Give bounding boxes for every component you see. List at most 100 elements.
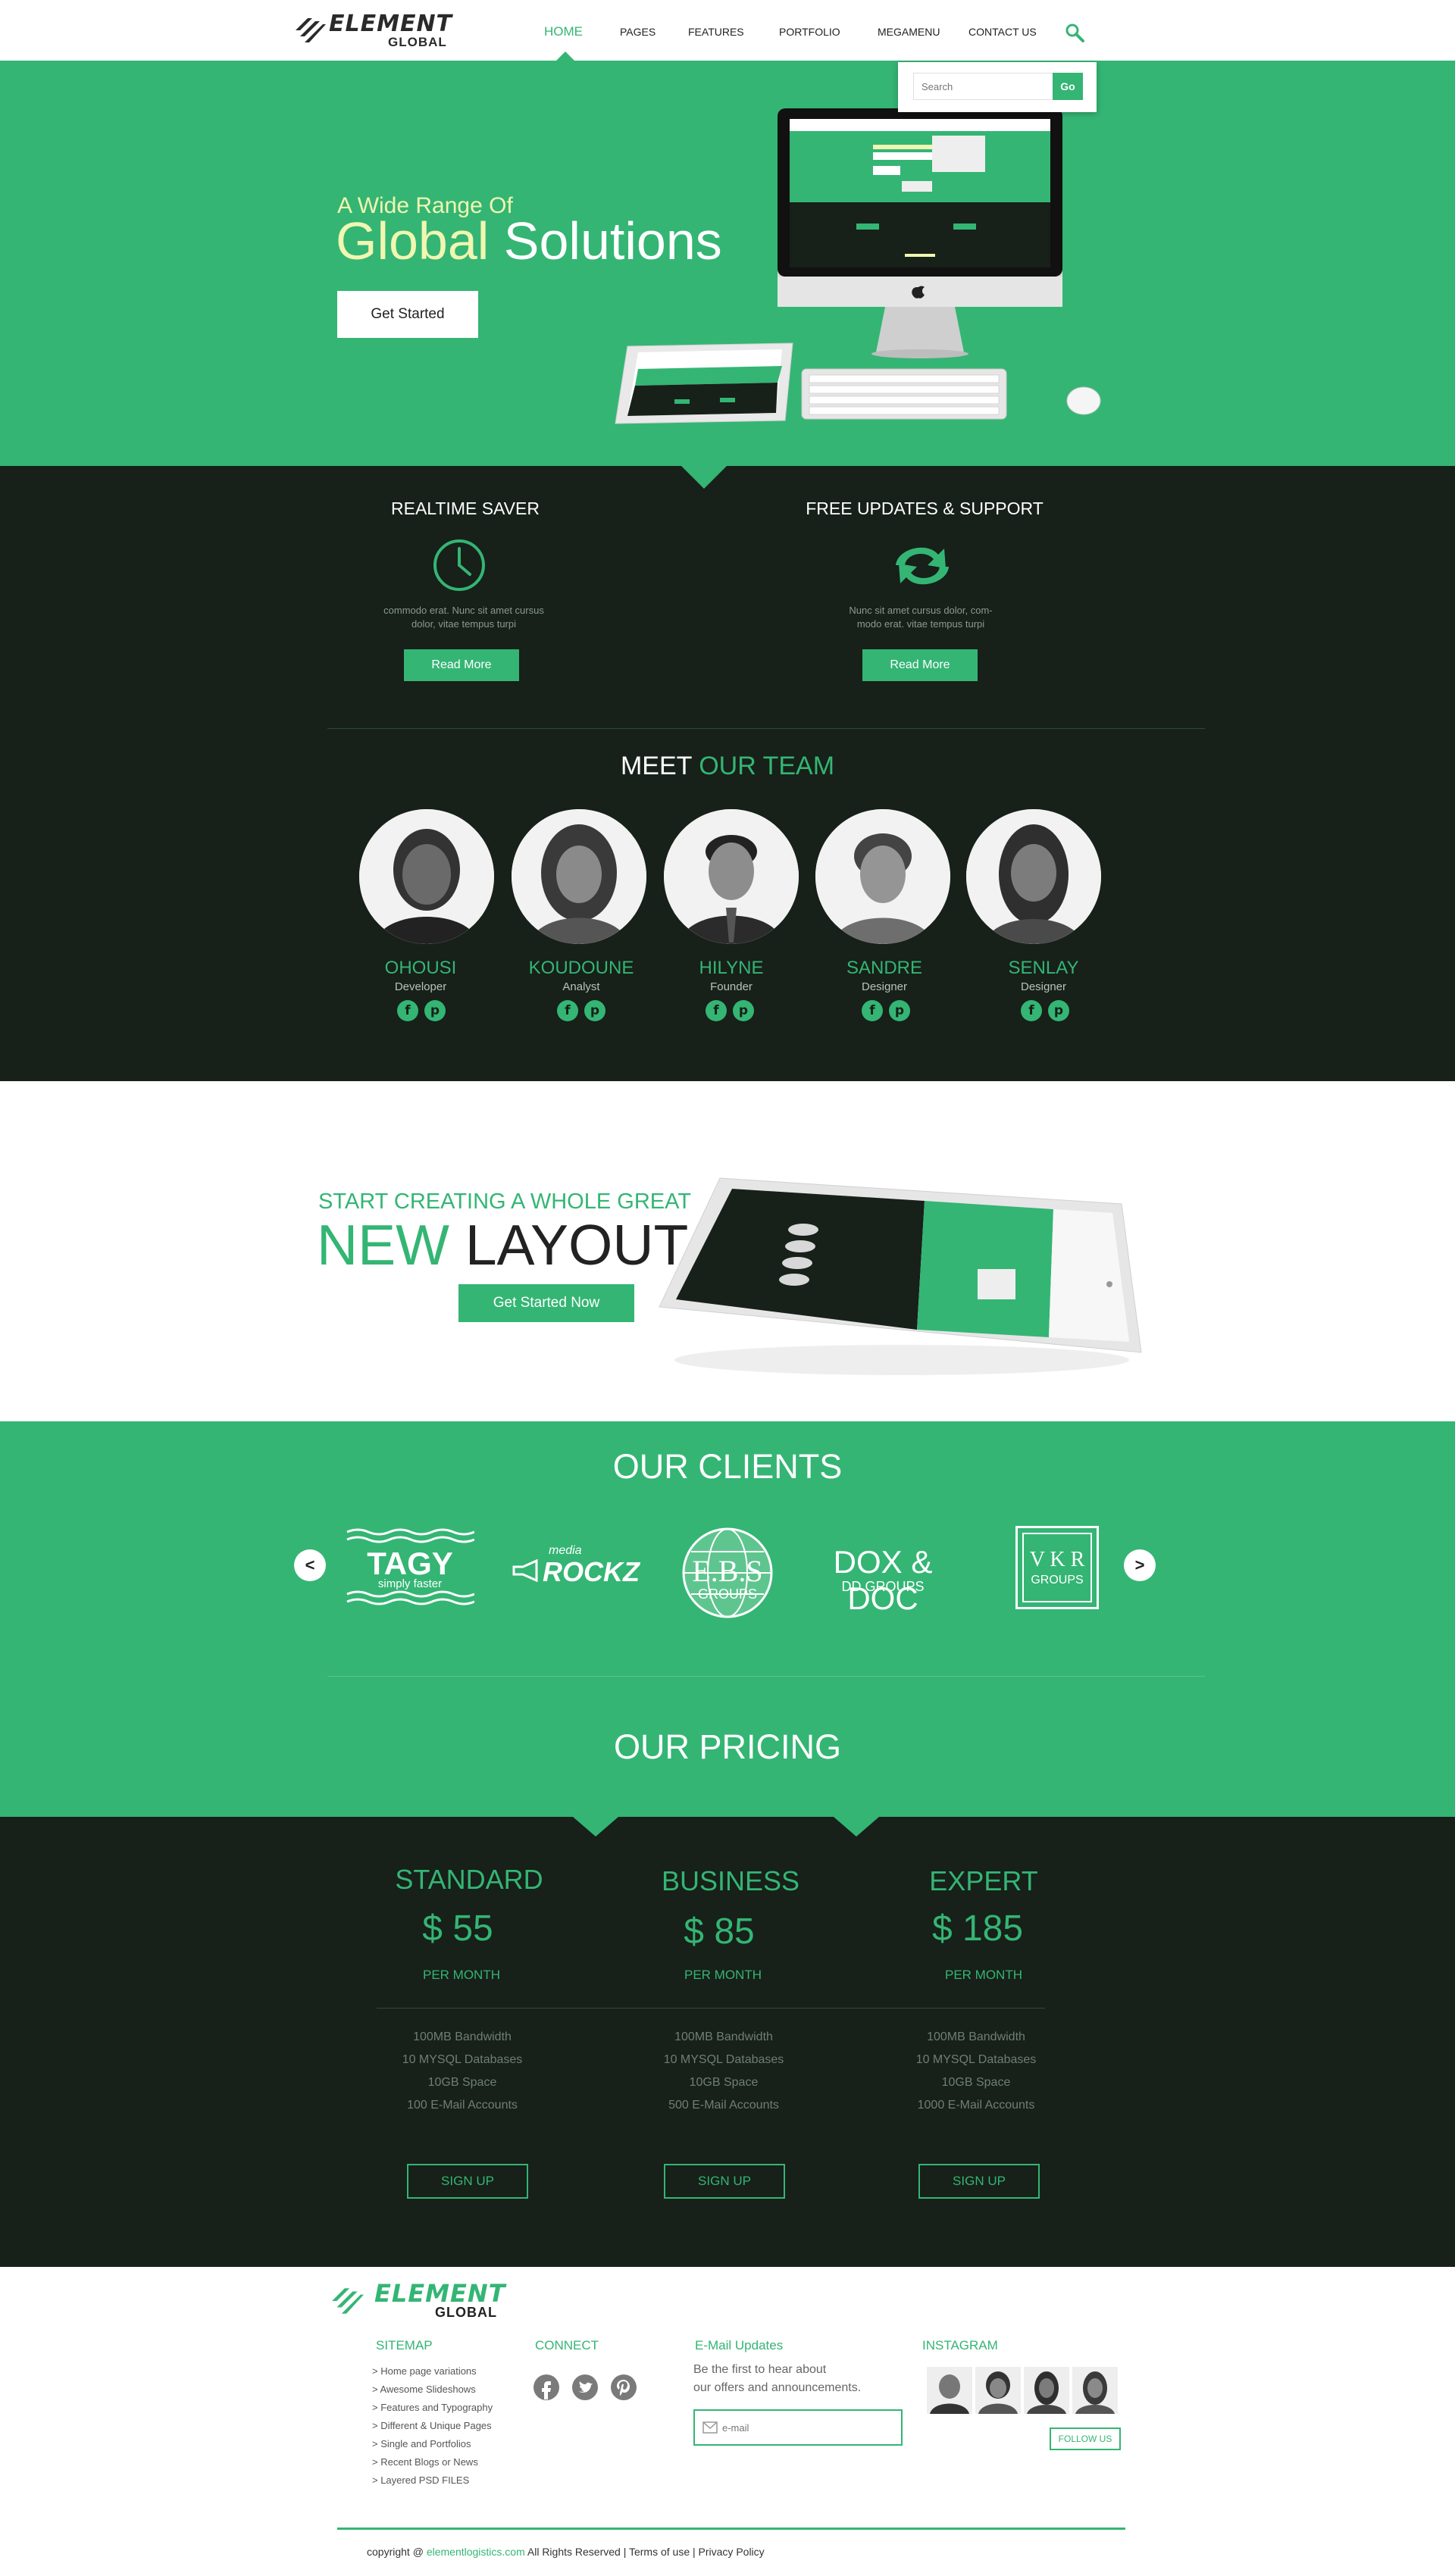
facebook-icon[interactable] xyxy=(534,2374,559,2400)
avatar-image xyxy=(815,809,950,944)
client-logo-vkr[interactable]: V K R GROUPS xyxy=(1015,1526,1099,1609)
member-name: KOUDOUNE xyxy=(528,958,634,978)
instagram-photo[interactable] xyxy=(927,2367,972,2414)
member-name: SANDRE xyxy=(846,958,923,978)
email-heading: E-Mail Updates xyxy=(695,2338,784,2352)
team-title-a: MEET xyxy=(620,752,699,780)
clients-next-button[interactable]: > xyxy=(1124,1549,1156,1581)
signup-button-standard[interactable]: SIGN UP xyxy=(407,2164,528,2199)
client-logo-rockz[interactable]: media ROCKZ xyxy=(508,1541,649,1594)
pinterest-icon[interactable]: p xyxy=(889,1000,910,1021)
facebook-icon[interactable]: f xyxy=(557,1000,578,1021)
nav-megamenu[interactable]: MEGAMENU xyxy=(878,26,940,38)
clients-divider xyxy=(327,1676,1205,1677)
pinterest-icon[interactable] xyxy=(611,2374,637,2400)
twitter-icon[interactable] xyxy=(572,2374,598,2400)
pinterest-icon[interactable]: p xyxy=(733,1000,754,1021)
terms-link[interactable]: Terms of use xyxy=(629,2546,690,2558)
pinterest-icon[interactable]: p xyxy=(1048,1000,1069,1021)
instagram-photo[interactable] xyxy=(1024,2367,1069,2414)
client-name: TAGY xyxy=(367,1546,453,1581)
plan-feature: 10 MYSQL Databases xyxy=(915,2053,1037,2066)
search-go-button[interactable]: Go xyxy=(1053,73,1083,100)
instagram-photo[interactable] xyxy=(1072,2367,1118,2414)
page: { "brand": {"name": "ELEMENT", "sub": "G… xyxy=(0,0,1455,2576)
plan-name: STANDARD xyxy=(395,1864,543,1895)
plan-feature: 10GB Space xyxy=(941,2076,1011,2089)
pinterest-icon[interactable]: p xyxy=(584,1000,605,1021)
client-logo-tagy[interactable]: TAGY simply faster xyxy=(346,1527,474,1606)
privacy-link[interactable]: Privacy Policy xyxy=(699,2546,765,2558)
plan-feature: 500 E-Mail Accounts xyxy=(668,2099,779,2112)
signup-button-business[interactable]: SIGN UP xyxy=(664,2164,785,2199)
sitemap-link[interactable]: > Awesome Slideshows xyxy=(372,2384,476,2395)
plan-period: PER MONTH xyxy=(423,1968,500,1982)
active-nav-caret xyxy=(556,52,574,61)
email-field[interactable] xyxy=(693,2409,903,2446)
pinterest-icon[interactable]: p xyxy=(424,1000,446,1021)
connect-heading: CONNECT xyxy=(535,2338,599,2352)
avatar-image xyxy=(359,809,494,944)
promo-title-a: NEW xyxy=(317,1213,449,1277)
facebook-icon[interactable]: f xyxy=(1021,1000,1042,1021)
plan-feature: 10 MYSQL Databases xyxy=(663,2053,784,2066)
plan-feature: 1000 E-Mail Accounts xyxy=(917,2099,1035,2112)
sitemap-link[interactable]: > Recent Blogs or News xyxy=(372,2456,478,2468)
facebook-icon[interactable]: f xyxy=(397,1000,418,1021)
get-started-now-button[interactable]: Get Started Now xyxy=(458,1284,634,1322)
instagram-image xyxy=(927,2367,972,2414)
avatar-image xyxy=(512,809,646,944)
search-input[interactable] xyxy=(913,73,1054,100)
client-name: E.B.S xyxy=(692,1554,763,1588)
client-logo-doxdoc[interactable]: DOX & DOC DD GROUPS xyxy=(796,1544,970,1616)
client-name: ROCKZ xyxy=(543,1556,640,1587)
brand-name[interactable]: ELEMENT xyxy=(329,11,452,37)
feature-title-realtime: REALTIME SAVER xyxy=(391,499,540,518)
plan-price: $ 85 xyxy=(684,1912,755,1952)
search-popup: Go xyxy=(898,62,1097,112)
facebook-icon[interactable]: f xyxy=(706,1000,727,1021)
footer-brand-name[interactable]: ELEMENT xyxy=(374,2279,505,2308)
instagram-heading: INSTAGRAM xyxy=(922,2338,998,2352)
nav-contact[interactable]: CONTACT US xyxy=(968,26,1037,38)
sitemap-link[interactable]: > Layered PSD FILES xyxy=(372,2474,469,2486)
sitemap-heading: SITEMAP xyxy=(376,2338,433,2352)
follow-us-button[interactable]: FOLLOW US xyxy=(1050,2428,1121,2450)
pricing-divider xyxy=(377,2008,1045,2009)
feature-title-updates: FREE UPDATES & SUPPORT xyxy=(806,499,1044,518)
client-logo-ebs[interactable]: E.B.S GROUPS xyxy=(681,1526,774,1620)
member-role: Founder xyxy=(710,980,753,993)
signup-button-expert[interactable]: SIGN UP xyxy=(918,2164,1040,2199)
read-more-button-updates[interactable]: Read More xyxy=(862,649,978,681)
nav-pages[interactable]: PAGES xyxy=(620,26,656,38)
nav-features[interactable]: FEATURES xyxy=(688,26,744,38)
read-more-button-realtime[interactable]: Read More xyxy=(404,649,519,681)
member-name: OHOUSI xyxy=(384,958,457,978)
client-tagline: GROUPS xyxy=(1031,1574,1084,1587)
plan-feature: 10GB Space xyxy=(689,2076,759,2089)
site-header: ELEMENT GLOBAL HOME PAGES FEATURES PORTF… xyxy=(0,0,1455,61)
facebook-icon[interactable]: f xyxy=(862,1000,883,1021)
section-notch xyxy=(681,466,727,489)
pricing-notch-left xyxy=(573,1817,618,1837)
member-role: Analyst xyxy=(562,980,600,993)
search-icon[interactable] xyxy=(1063,21,1086,44)
footer-logo-icon xyxy=(332,2288,364,2314)
instagram-photo[interactable] xyxy=(975,2367,1021,2414)
plan-name: BUSINESS xyxy=(661,1865,800,1896)
tablet-illustration xyxy=(659,1177,1142,1375)
hero-title-highlight: Global xyxy=(336,211,490,270)
sitemap-link[interactable]: > Single and Portfolios xyxy=(372,2438,471,2449)
nav-portfolio[interactable]: PORTFOLIO xyxy=(779,26,840,38)
email-input[interactable] xyxy=(722,2419,889,2436)
plan-feature: 100MB Bandwidth xyxy=(413,2030,512,2043)
plan-price: $ 185 xyxy=(931,1909,1024,1949)
clients-prev-button[interactable]: < xyxy=(294,1549,326,1581)
copyright-link[interactable]: elementlogistics.com xyxy=(427,2546,525,2558)
copyright-rights: All Rights Reserved | xyxy=(524,2546,629,2558)
get-started-button[interactable]: Get Started xyxy=(337,291,478,338)
sitemap-link[interactable]: > Home page variations xyxy=(372,2365,477,2377)
sitemap-link[interactable]: > Different & Unique Pages xyxy=(372,2420,492,2431)
sitemap-link[interactable]: > Features and Typography xyxy=(372,2402,493,2413)
nav-home[interactable]: HOME xyxy=(544,24,583,39)
